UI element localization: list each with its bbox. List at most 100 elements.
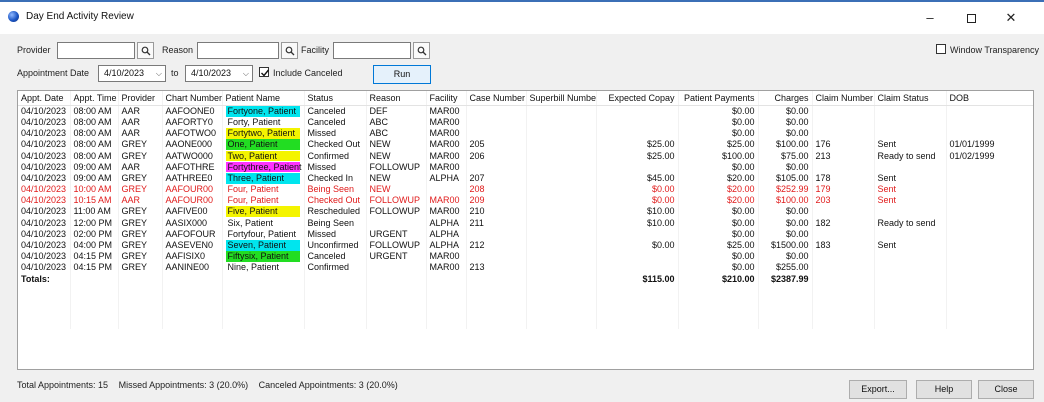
chevron-down-icon: ⌵ [242,69,249,78]
column-header[interactable]: Superbill Number [526,91,597,106]
table-row[interactable]: 04/10/2023 09:00 AM AAR AAFOTHRE Fortythree,… [18,161,1033,173]
cell-payments: $25.00 [678,139,759,151]
cell-status: Being Seen [304,183,367,195]
table-row[interactable]: 04/10/2023 08:00 AM GREY AATWO000 Two, Patie… [18,150,1033,162]
appointments-grid[interactable]: Appt. Date Appt. Time Provider Chart Number… [17,90,1034,370]
table-row[interactable]: 04/10/2023 08:00 AM AAR AAFOONE0 Fortyone, P… [18,105,1033,117]
cell-status: Rescheduled [304,206,367,218]
totals-empty-cell [426,273,467,285]
table-row[interactable]: 04/10/2023 10:00 AM GREY AAFOUR00 Four, Pati… [18,183,1033,195]
empty-cell [526,318,597,330]
cell-case: 208 [466,183,527,195]
cell-date: 04/10/2023 [18,228,71,240]
column-header[interactable]: Patient Name [222,91,305,106]
table-row[interactable]: 04/10/2023 02:00 PM GREY AAFOFOUR Fortyfour,… [18,228,1033,240]
cell-case [466,161,527,173]
column-header[interactable]: Claim Status [874,91,947,106]
export-button[interactable]: Export... [849,380,907,399]
column-header[interactable]: Appt. Time [70,91,119,106]
cell-status: Confirmed [304,262,367,274]
empty-cell [678,318,759,330]
cell-payments: $0.00 [678,161,759,173]
column-header[interactable]: Charges [758,91,813,106]
cell-status: Confirmed [304,150,367,162]
table-row[interactable]: 04/10/2023 11:00 AM GREY AAFIVE00 Five, Pati… [18,206,1033,218]
minimize-button[interactable]: – [914,6,946,30]
cell-claim-status [874,105,947,117]
maximize-button[interactable] [955,6,987,30]
table-row[interactable]: 04/10/2023 10:15 AM AAR AAFOUR00 Four, Patie… [18,195,1033,207]
cell-dob: 01/02/1999 [946,150,1033,162]
window-title: Day End Activity Review [26,11,134,22]
close-button[interactable]: Close [978,380,1034,399]
cell-case: 205 [466,139,527,151]
cell-provider: GREY [118,183,163,195]
reason-field[interactable] [197,42,279,59]
cell-payments: $0.00 [678,228,759,240]
cell-copay [596,105,679,117]
date-to-value: 4/10/2023 [191,68,232,78]
table-row[interactable]: 04/10/2023 09:00 AM GREY AATHREE0 Three, Pat… [18,172,1033,184]
window-transparency-checkbox[interactable] [936,44,946,54]
table-row[interactable]: 04/10/2023 04:15 PM GREY AANINE00 Nine, Pati… [18,262,1033,274]
cell-status: Being Seen [304,217,367,229]
cell-copay: $0.00 [596,195,679,207]
cell-provider: GREY [118,228,163,240]
reason-picker-button[interactable] [281,42,298,59]
table-row[interactable]: 04/10/2023 12:00 PM GREY AASIX000 Six, Patie… [18,217,1033,229]
help-button[interactable]: Help [916,380,972,399]
column-header[interactable]: DOB [946,91,1033,106]
table-row[interactable]: 04/10/2023 04:15 PM GREY AAFISIX0 Fiftysix, … [18,250,1033,263]
column-header[interactable]: Claim Number [812,91,875,106]
search-picker-icon [417,46,427,56]
provider-label: Provider [17,45,51,55]
column-header[interactable]: Patient Payments [678,91,759,106]
include-canceled-checkbox[interactable] [259,67,270,77]
close-window-button[interactable]: ✕ [995,6,1027,30]
facility-field[interactable] [333,42,411,59]
cell-status: Checked In [304,172,367,184]
cell-case [466,116,527,128]
empty-cell [162,295,223,307]
cell-name: Four, Patient [222,183,305,195]
table-row[interactable]: 04/10/2023 08:00 AM GREY AAONE000 One, Patie… [18,139,1033,151]
column-header[interactable]: Appt. Date [18,91,71,106]
column-header[interactable]: Provider [118,91,163,106]
canceled-appointments-text: Canceled Appointments: 3 (20.0%) [258,380,398,390]
empty-cell [18,295,71,307]
cell-claim-status: Sent [874,139,947,151]
table-row[interactable]: 04/10/2023 08:00 AM AAR AAFOTWO0 Fortytwo, P… [18,127,1033,140]
cell-name: Nine, Patient [222,262,305,274]
empty-cell [18,306,71,319]
cell-chart: AAFOONE0 [162,105,223,117]
cell-facility: MAR00 [426,139,467,151]
date-from-picker[interactable]: 4/10/2023 ⌵ [98,65,166,82]
cell-time: 10:00 AM [70,183,119,195]
cell-charges: $0.00 [758,228,813,240]
cell-case: 210 [466,206,527,218]
column-header[interactable]: Case Number [466,91,527,106]
title-bar: Day End Activity Review – ✕ [0,0,1044,34]
provider-picker-button[interactable] [137,42,154,59]
cell-time: 08:00 AM [70,105,119,117]
column-header[interactable]: Chart Number [162,91,223,106]
column-header[interactable]: Expected Copay [596,91,679,106]
column-header[interactable]: Status [304,91,367,106]
empty-cell [304,306,367,319]
missed-appointments-text: Missed Appointments: 3 (20.0%) [118,380,249,390]
date-to-picker[interactable]: 4/10/2023 ⌵ [185,65,253,82]
table-row[interactable]: 04/10/2023 04:00 PM GREY AASEVEN0 Seven, Pat… [18,239,1033,251]
patient-name: Six, Patient [227,217,274,228]
cell-superbill [526,116,597,128]
column-header[interactable]: Facility [426,91,467,106]
empty-cell [466,318,527,330]
cell-name: Forty, Patient [222,116,305,128]
provider-field[interactable] [57,42,135,59]
empty-row [18,306,1033,319]
column-header[interactable]: Reason [366,91,427,106]
cell-dob [946,206,1033,218]
facility-picker-button[interactable] [413,42,430,59]
patient-name: Fiftysix, Patient [225,251,300,262]
run-button[interactable]: Run [373,65,431,84]
table-row[interactable]: 04/10/2023 08:00 AM AAR AAFORTY0 Forty, Pati… [18,116,1033,128]
